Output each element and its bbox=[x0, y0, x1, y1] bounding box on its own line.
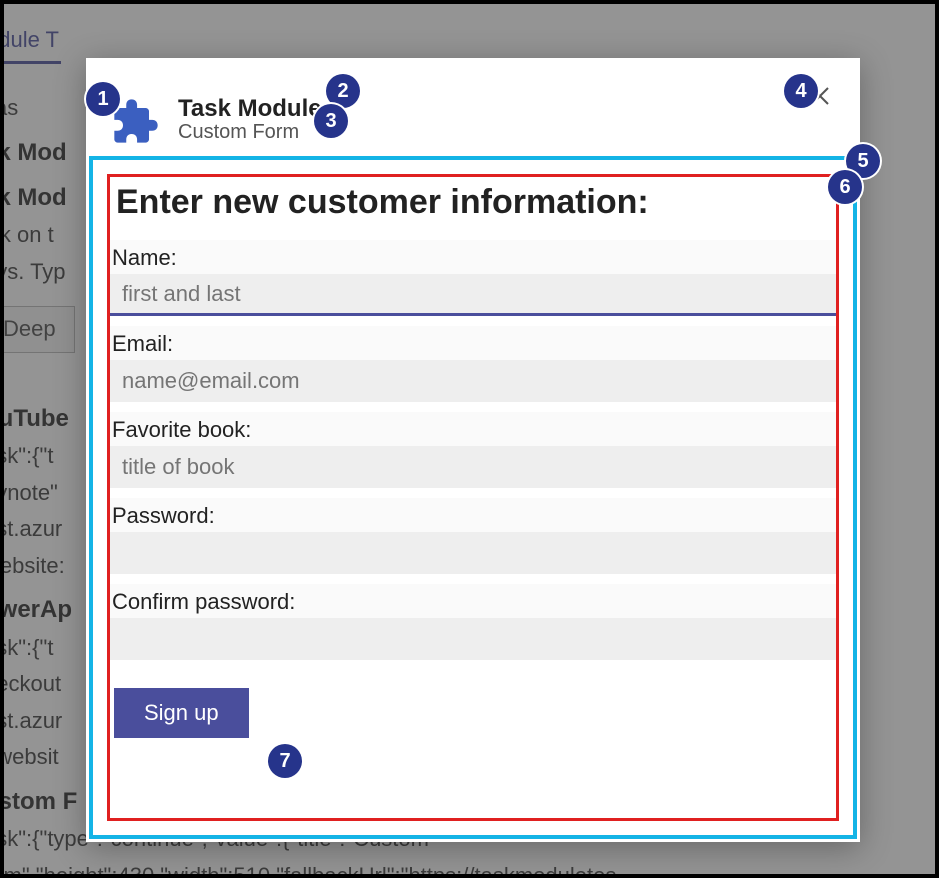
name-input[interactable] bbox=[110, 274, 836, 316]
form-title: Enter new customer information: bbox=[116, 183, 830, 222]
confirm-password-label: Confirm password: bbox=[110, 584, 836, 618]
callout-2: 2 bbox=[326, 74, 360, 108]
favorite-book-label: Favorite book: bbox=[110, 412, 836, 446]
password-label: Password: bbox=[110, 498, 836, 532]
callout-3: 3 bbox=[314, 104, 348, 138]
email-label: Email: bbox=[110, 326, 836, 360]
callout-4: 4 bbox=[784, 74, 818, 108]
sign-up-button[interactable]: Sign up bbox=[114, 688, 249, 738]
confirm-password-input[interactable] bbox=[110, 618, 836, 660]
name-label: Name: bbox=[110, 240, 836, 274]
task-module-dialog: Task Module Custom Form Enter new custom… bbox=[86, 58, 860, 842]
favorite-book-input[interactable] bbox=[110, 446, 836, 488]
form-content-area: Enter new customer information: Name: Em… bbox=[107, 174, 839, 821]
callout-6: 6 bbox=[828, 170, 862, 204]
dialog-app-title: Task Module bbox=[178, 95, 322, 123]
dialog-header: Task Module Custom Form bbox=[86, 58, 860, 170]
iframe-boundary: Enter new customer information: Name: Em… bbox=[89, 156, 857, 839]
email-input[interactable] bbox=[110, 360, 836, 402]
callout-7: 7 bbox=[268, 744, 302, 778]
password-input[interactable] bbox=[110, 532, 836, 574]
callout-1: 1 bbox=[86, 82, 120, 116]
dialog-subtitle: Custom Form bbox=[178, 121, 322, 144]
